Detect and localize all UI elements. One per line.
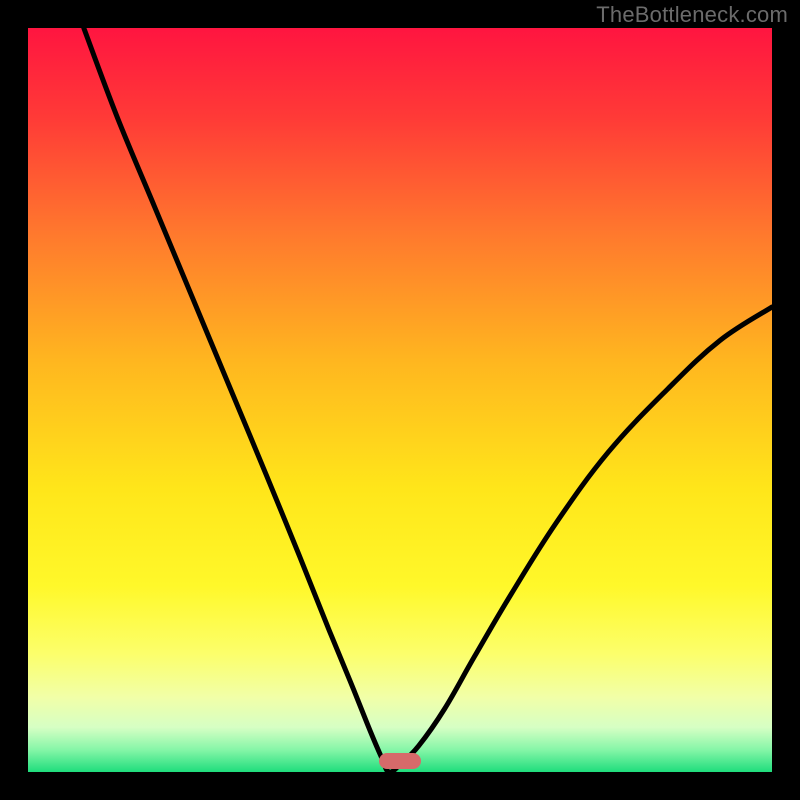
chart-frame: TheBottleneck.com — [0, 0, 800, 800]
plot-area — [28, 28, 772, 772]
minimum-marker-pill — [379, 753, 421, 769]
attribution-label: TheBottleneck.com — [596, 2, 788, 28]
bottleneck-curve — [28, 28, 772, 772]
